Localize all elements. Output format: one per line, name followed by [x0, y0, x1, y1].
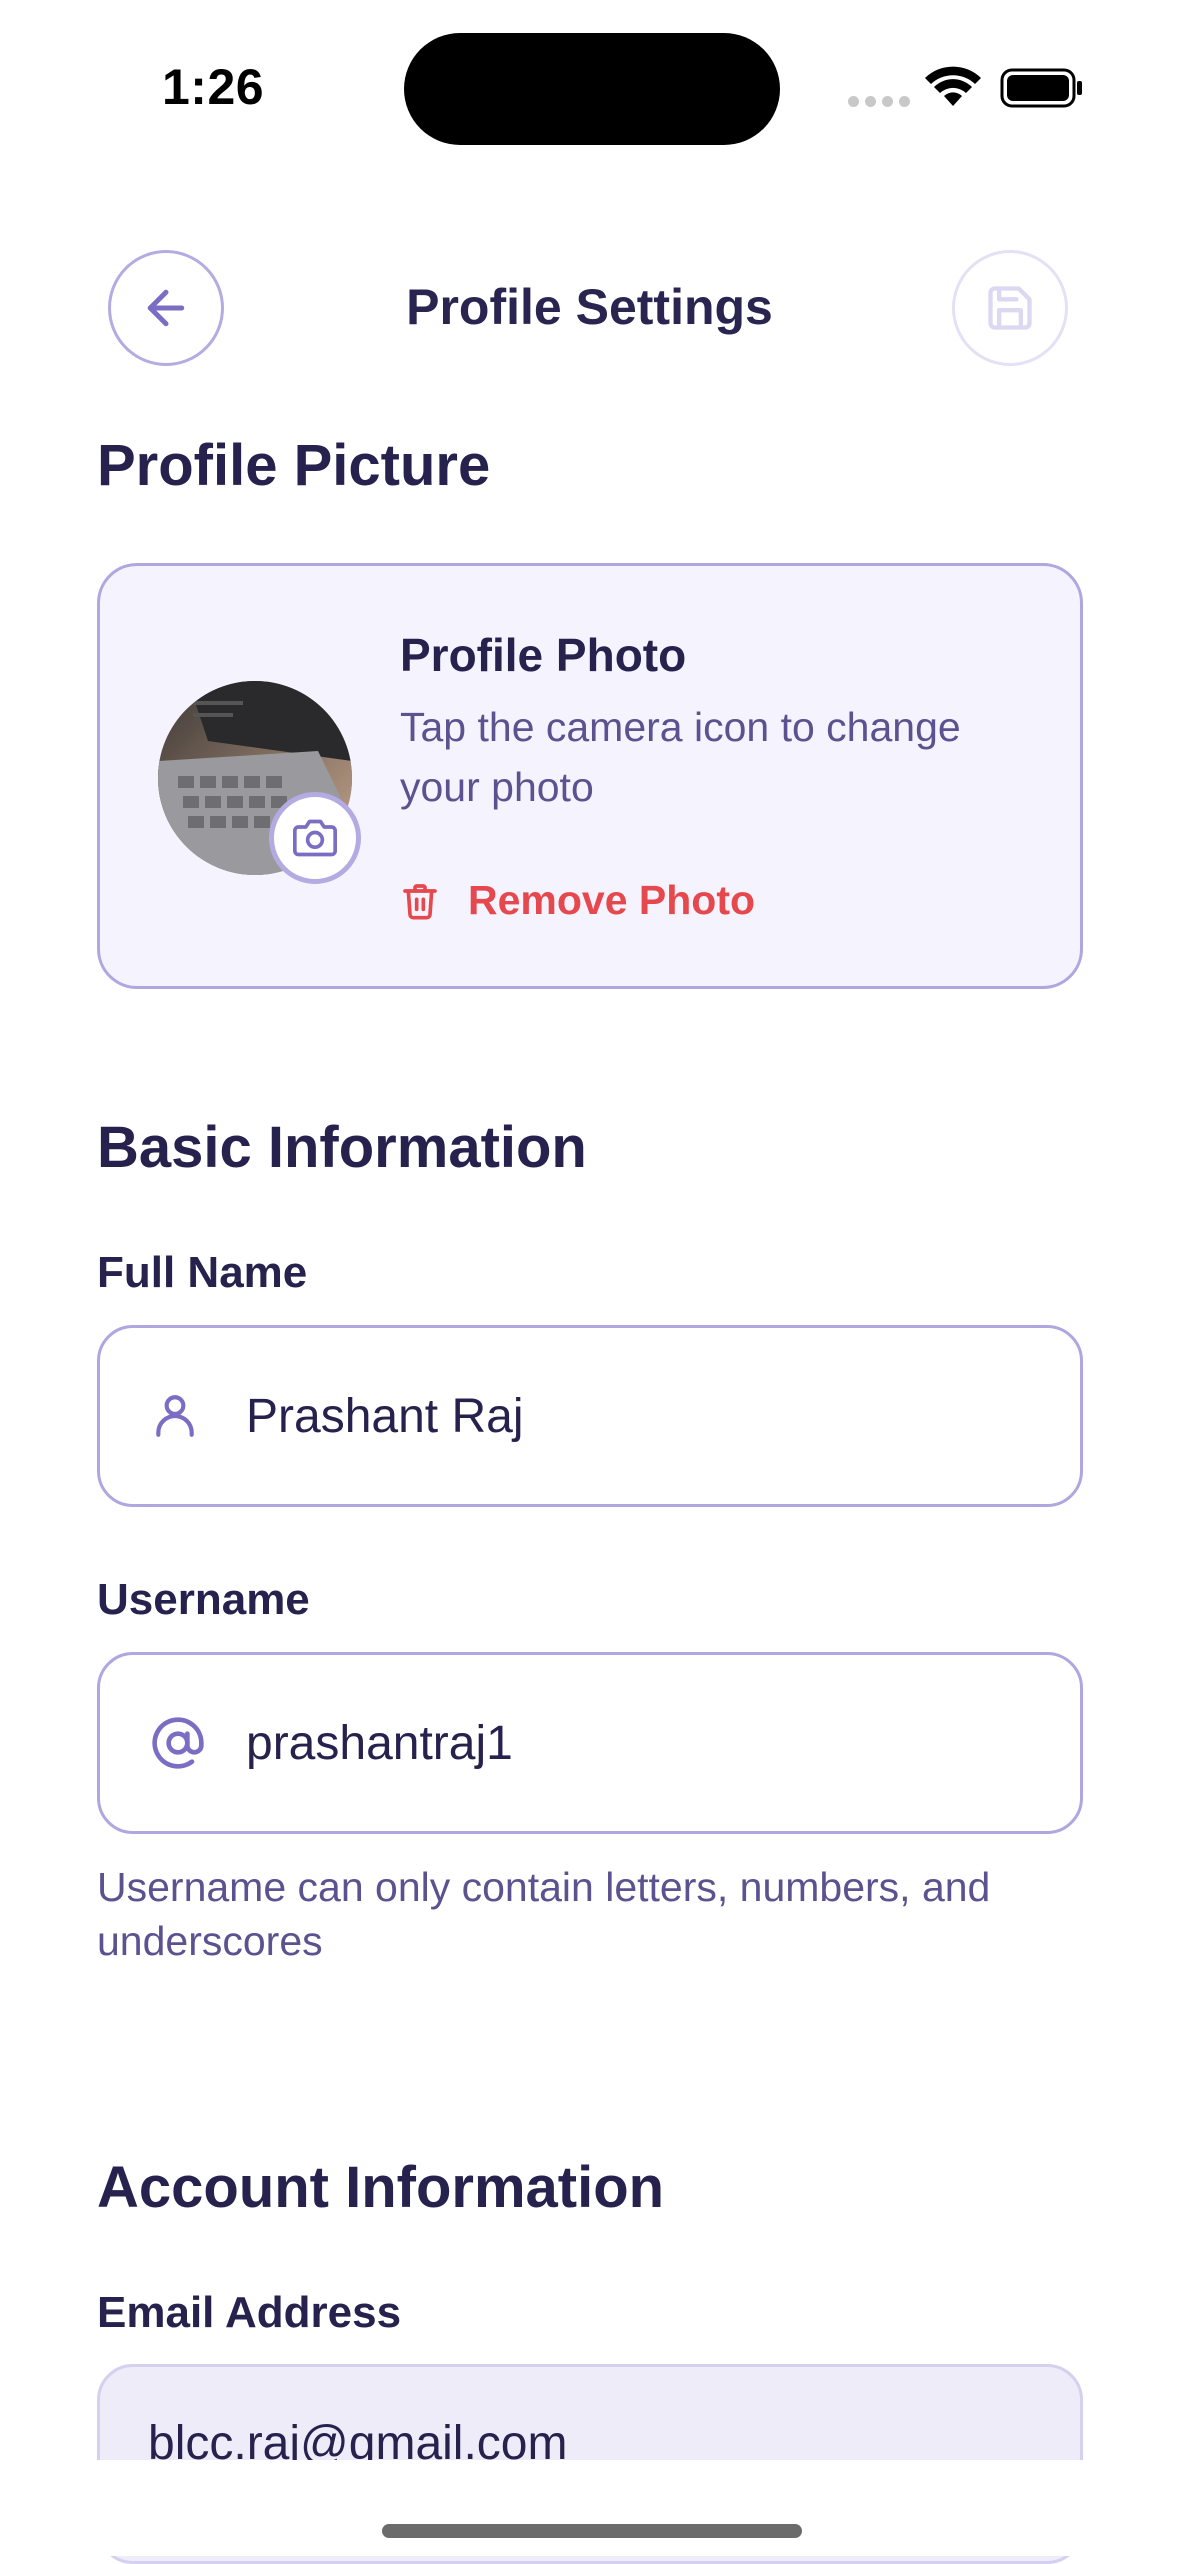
- dynamic-island: [404, 33, 780, 145]
- battery-icon: [1000, 68, 1082, 108]
- username-label: Username: [97, 1575, 310, 1624]
- username-helper-text: Username can only contain letters, numbe…: [97, 1864, 991, 1964]
- section-title-account-information: Account Information: [97, 2155, 665, 2220]
- floppy-disk-icon: [988, 286, 1032, 330]
- username-field[interactable]: prashantraj1: [97, 1652, 1083, 1834]
- remove-photo-label: Remove Photo: [468, 877, 756, 923]
- wifi-icon: [925, 66, 981, 106]
- user-icon: [150, 1391, 246, 1441]
- email-label: Email Address: [97, 2288, 402, 2337]
- trash-icon: [403, 883, 437, 919]
- username-value: prashantraj1: [246, 1716, 513, 1770]
- bottom-safe-area: [0, 2460, 1179, 2556]
- remove-photo-button[interactable]: Remove Photo: [400, 877, 755, 924]
- home-indicator[interactable]: [382, 2524, 802, 2538]
- status-time: 1:26: [162, 59, 265, 115]
- camera-icon: [293, 819, 337, 857]
- change-photo-button[interactable]: [269, 792, 361, 884]
- full-name-field[interactable]: Prashant Raj: [97, 1325, 1083, 1507]
- profile-photo-title: Profile Photo: [400, 629, 687, 681]
- full-name-label: Full Name: [97, 1248, 308, 1297]
- cellular-signal-icon: [848, 96, 910, 107]
- section-title-basic-information: Basic Information: [97, 1115, 587, 1180]
- profile-photo-description: Tap the camera icon to change your photo: [400, 704, 961, 810]
- full-name-value: Prashant Raj: [246, 1389, 524, 1443]
- section-title-profile-picture: Profile Picture: [97, 433, 491, 498]
- at-sign-icon: [150, 1715, 246, 1771]
- save-button[interactable]: [952, 250, 1068, 366]
